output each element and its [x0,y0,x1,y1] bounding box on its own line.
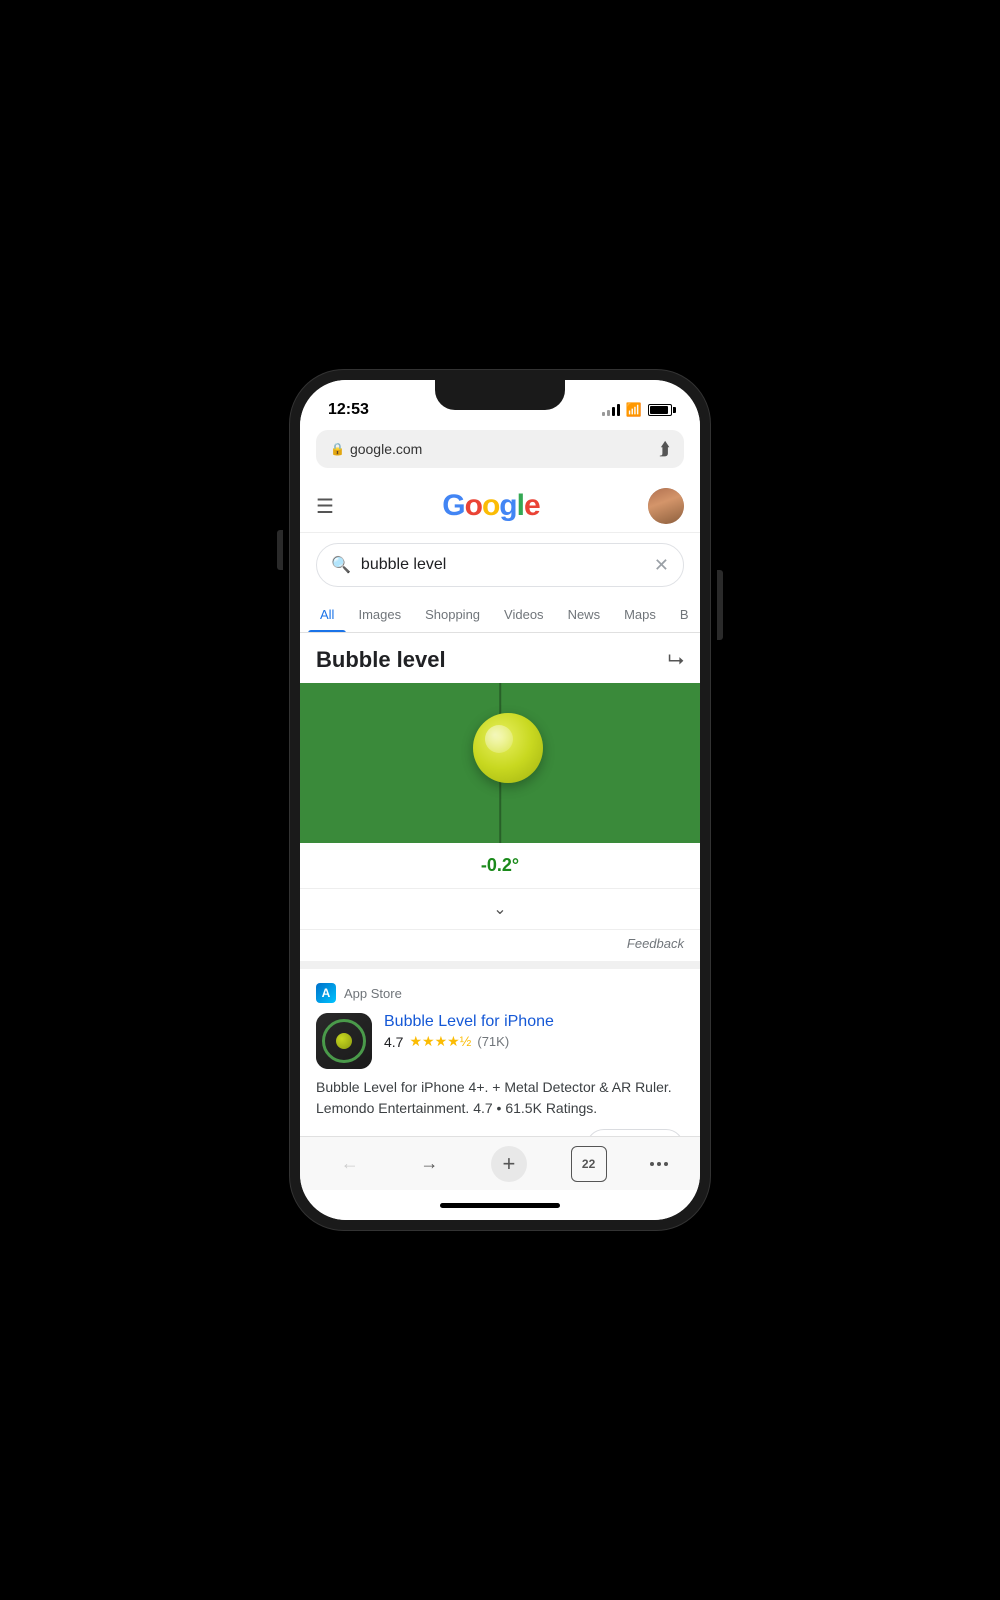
tabs-button[interactable]: 22 [571,1146,607,1182]
angle-display: -0.2° [300,843,700,889]
phone-frame: 12:53 📶 🔒 google.com ⮭ [290,370,710,1230]
chevron-down-icon: ⌄ [493,901,506,918]
featured-title: Bubble level [316,647,446,673]
status-time: 12:53 [328,401,369,419]
lock-icon: 🔒 [330,442,345,456]
app-store-header: A App Store [316,983,684,1003]
app-store-icon: A [316,983,336,1003]
feedback-row[interactable]: Feedback [300,930,700,961]
app-bubble-visual [322,1019,366,1063]
tab-news[interactable]: News [556,597,613,632]
avatar[interactable] [648,488,684,524]
app-icon-inner [316,1013,372,1069]
avatar-image [648,488,684,524]
home-bar [440,1203,560,1208]
hamburger-menu-icon[interactable]: ☰ [316,494,334,519]
app-name[interactable]: Bubble Level for iPhone [384,1013,684,1031]
dot1 [650,1162,654,1166]
tab-videos[interactable]: Videos [492,597,556,632]
dot3 [664,1162,668,1166]
more-button[interactable] [650,1162,668,1166]
featured-share-icon[interactable]: ⮡ [668,649,684,672]
app-info: Bubble Level for iPhone 4.7 ★★★★½ (71K) [384,1013,684,1050]
logo-e: e [524,489,540,522]
app-rating-row: 4.7 ★★★★½ (71K) [384,1033,684,1050]
expand-row[interactable]: ⌄ [300,889,700,930]
app-rating-value: 4.7 [384,1034,403,1050]
signal-icon [602,404,620,416]
forward-icon: → [420,1153,438,1174]
wifi-icon: 📶 [626,402,642,418]
share-icon[interactable]: ⮭ [659,439,670,460]
home-indicator [300,1190,700,1220]
app-bottom-row: Free ⬇ Install [316,1129,684,1136]
tab-images[interactable]: Images [346,597,413,632]
logo-l: l [517,489,524,522]
tab-all[interactable]: All [308,597,346,632]
status-icons: 📶 [602,402,672,418]
phone-screen: 12:53 📶 🔒 google.com ⮭ [300,380,700,1220]
app-stars: ★★★★½ [409,1033,471,1050]
battery-icon [648,404,672,416]
featured-title-row: Bubble level ⮡ [300,633,700,683]
url-text: 🔒 google.com [330,441,422,457]
bubble-circle [473,713,543,783]
tab-maps[interactable]: Maps [612,597,668,632]
new-tab-button[interactable]: + [491,1146,527,1182]
search-bar[interactable]: 🔍 bubble level ✕ [316,543,684,587]
forward-button[interactable]: → [411,1146,447,1182]
install-button[interactable]: ⬇ Install [586,1129,684,1136]
tab-more[interactable]: B [668,597,700,632]
browser-bottom-nav: ← → + 22 [300,1136,700,1190]
tabs-count: 22 [582,1157,595,1171]
logo-o1: o [465,489,482,522]
dot2 [657,1162,661,1166]
app-store-label: App Store [344,986,402,1001]
app-store-card: A App Store Bubble Level for iPhone [300,969,700,1136]
new-tab-icon: + [503,1151,516,1177]
tab-shopping[interactable]: Shopping [413,597,492,632]
notch [435,380,565,410]
app-description: Bubble Level for iPhone 4+. + Metal Dete… [316,1077,684,1119]
app-review-count: (71K) [477,1034,509,1049]
bubble-level-visual[interactable] [300,683,700,843]
bubble-highlight [485,725,513,753]
google-logo: Google [442,489,539,523]
featured-card: Bubble level ⮡ -0.2° ⌄ Feedback [300,633,700,969]
url-bar[interactable]: 🔒 google.com ⮭ [316,430,684,468]
logo-g2: g [499,489,516,522]
browser-content: ☰ Google 🔍 bubble level ✕ All Images Sho… [300,476,700,1136]
app-bubble-inner [336,1033,352,1049]
logo-o2: o [482,489,499,522]
app-icon [316,1013,372,1069]
back-button[interactable]: ← [332,1146,368,1182]
clear-icon[interactable]: ✕ [654,555,669,576]
logo-g: G [442,489,464,522]
back-icon: ← [341,1153,359,1174]
url-display: google.com [350,441,422,457]
google-header: ☰ Google [300,476,700,533]
feedback-label: Feedback [627,936,684,951]
search-tabs: All Images Shopping Videos News Maps B [300,597,700,633]
search-icon: 🔍 [331,555,351,575]
search-query: bubble level [361,556,644,574]
app-row: Bubble Level for iPhone 4.7 ★★★★½ (71K) [316,1013,684,1069]
